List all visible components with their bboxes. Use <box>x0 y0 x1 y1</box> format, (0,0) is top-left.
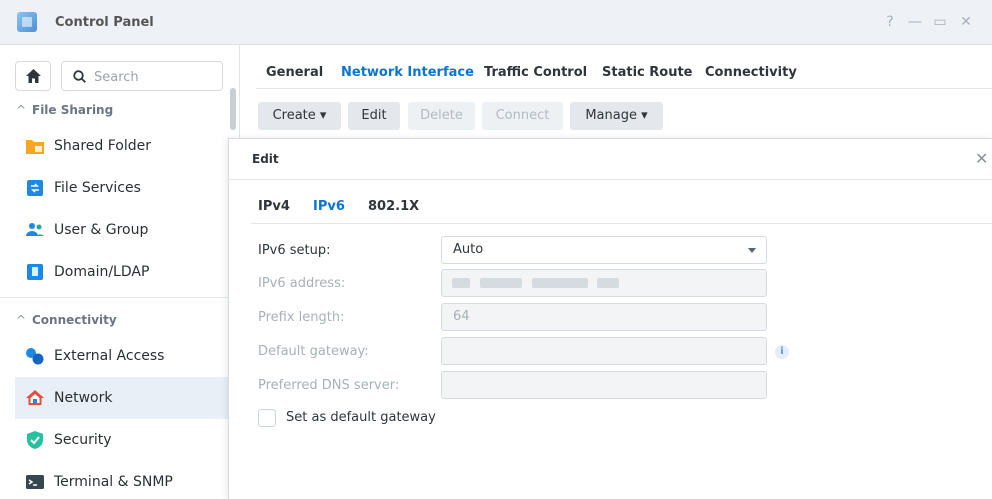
ipv6-setup-value: Auto <box>453 242 484 257</box>
redacted-mark <box>452 278 470 288</box>
sidebar-item-label: Domain/LDAP <box>54 264 150 280</box>
dialog-header-divider <box>229 179 992 180</box>
tab-ipv6[interactable]: IPv6 <box>313 199 345 214</box>
sidebar-item-security[interactable]: Security <box>15 419 240 461</box>
sidebar-item-label: Security <box>54 432 112 448</box>
sidebar: ^ File Sharing Shared Folder File Service… <box>0 45 240 499</box>
minimize-icon[interactable]: — <box>905 12 925 32</box>
tab-static-route[interactable]: Static Route <box>602 65 692 80</box>
manage-button[interactable]: Manage ▾ <box>570 102 663 130</box>
redacted-mark <box>480 278 522 288</box>
sidebar-item-terminal-snmp[interactable]: Terminal & SNMP <box>15 461 240 499</box>
external-access-icon <box>26 348 44 365</box>
chevron-up-icon: ^ <box>16 313 27 327</box>
info-icon[interactable]: i <box>775 345 789 359</box>
search-icon <box>73 70 86 83</box>
tab-traffic-control[interactable]: Traffic Control <box>484 65 587 80</box>
close-icon[interactable]: ✕ <box>956 12 976 32</box>
edit-button[interactable]: Edit <box>348 102 400 130</box>
user-group-icon <box>26 223 44 236</box>
network-icon <box>26 390 44 405</box>
sidebar-item-domain-ldap[interactable]: Domain/LDAP <box>15 251 240 293</box>
window-title: Control Panel <box>55 15 154 30</box>
search-input[interactable] <box>94 67 214 87</box>
ipv6-address-field[interactable] <box>441 269 767 297</box>
sidebar-item-label: File Services <box>54 180 141 196</box>
default-gateway-field[interactable] <box>441 337 767 365</box>
redacted-mark <box>597 278 619 288</box>
section-label: Connectivity <box>32 313 117 327</box>
file-services-icon <box>27 180 43 196</box>
sidebar-item-label: Terminal & SNMP <box>54 474 173 490</box>
domain-ldap-icon <box>27 264 43 280</box>
preferred-dns-field[interactable] <box>441 371 767 399</box>
sidebar-item-label: Shared Folder <box>54 138 152 154</box>
ipv6-address-label: IPv6 address: <box>258 276 346 291</box>
ipv6-setup-label: IPv6 setup: <box>258 243 331 258</box>
section-connectivity[interactable]: ^ Connectivity <box>16 310 117 330</box>
prefix-length-field[interactable]: 64 <box>441 303 767 331</box>
chevron-down-icon <box>748 248 756 253</box>
tabs-divider <box>256 88 992 89</box>
home-button[interactable] <box>15 61 51 91</box>
home-icon <box>26 69 41 83</box>
shared-folder-icon <box>26 140 44 154</box>
tab-general[interactable]: General <box>266 65 323 80</box>
sidebar-scrollbar[interactable] <box>230 88 236 130</box>
main-tabs: General Network Interface Traffic Contro… <box>241 45 992 89</box>
terminal-icon <box>26 475 44 489</box>
preferred-dns-label: Preferred DNS server: <box>258 378 400 393</box>
tab-network-interface[interactable]: Network Interface <box>341 65 474 80</box>
sidebar-item-label: User & Group <box>54 222 149 238</box>
search-box[interactable] <box>61 61 223 91</box>
prefix-length-value: 64 <box>453 309 470 324</box>
prefix-length-label: Prefix length: <box>258 310 345 325</box>
sidebar-item-label: External Access <box>54 348 165 364</box>
connect-button[interactable]: Connect <box>482 102 563 130</box>
sidebar-item-external-access[interactable]: External Access <box>15 335 240 377</box>
set-default-gateway-checkbox[interactable] <box>258 409 276 427</box>
tab-connectivity[interactable]: Connectivity <box>705 65 797 80</box>
tab-802-1x[interactable]: 802.1X <box>368 199 419 214</box>
dialog-close-icon[interactable]: ✕ <box>975 149 988 168</box>
tab-ipv4[interactable]: IPv4 <box>258 199 290 214</box>
title-bar: Control Panel ? — ▭ ✕ <box>0 0 992 45</box>
create-button[interactable]: Create ▾ <box>258 102 341 130</box>
set-default-gateway-label[interactable]: Set as default gateway <box>286 410 436 425</box>
section-label: File Sharing <box>32 103 114 117</box>
ipv6-setup-select[interactable]: Auto <box>441 236 767 264</box>
sidebar-item-label: Network <box>54 390 113 406</box>
control-panel-icon <box>17 12 37 32</box>
delete-button[interactable]: Delete <box>408 102 475 130</box>
edit-dialog: Edit ✕ IPv4 IPv6 802.1X IPv6 setup: Auto… <box>228 138 992 499</box>
redacted-mark <box>532 278 588 288</box>
section-divider <box>0 297 240 298</box>
dialog-tabs-divider <box>251 223 992 224</box>
help-icon[interactable]: ? <box>880 12 900 32</box>
sidebar-item-user-group[interactable]: User & Group <box>15 209 240 251</box>
maximize-icon[interactable]: ▭ <box>930 12 950 32</box>
sidebar-item-file-services[interactable]: File Services <box>15 167 240 209</box>
dialog-title: Edit <box>252 152 279 166</box>
default-gateway-label: Default gateway: <box>258 344 369 359</box>
sidebar-item-network[interactable]: Network <box>15 377 240 419</box>
section-file-sharing[interactable]: ^ File Sharing <box>16 100 113 120</box>
security-icon <box>27 431 43 449</box>
chevron-up-icon: ^ <box>16 103 27 117</box>
sidebar-item-shared-folder[interactable]: Shared Folder <box>15 125 240 167</box>
